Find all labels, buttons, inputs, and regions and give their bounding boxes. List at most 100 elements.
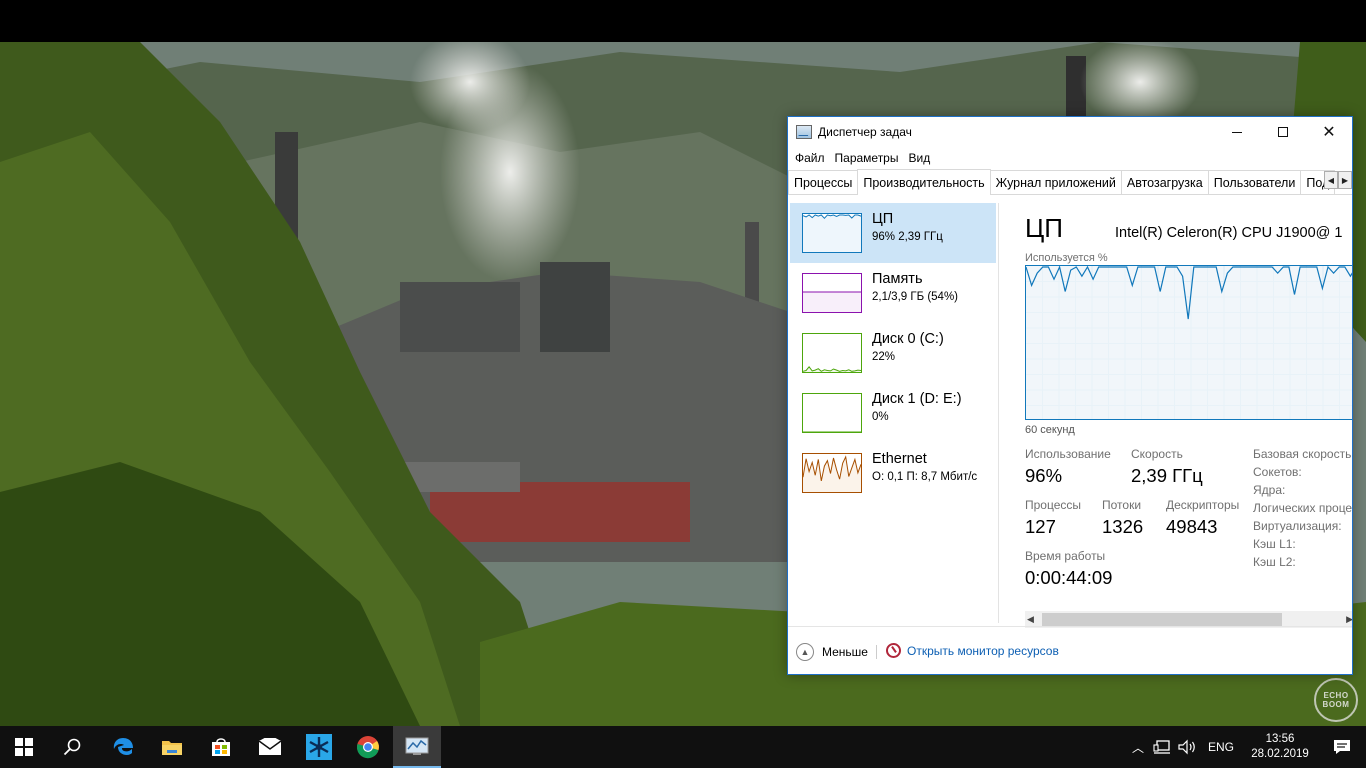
folder-icon	[162, 741, 182, 755]
resource-name: Память	[872, 271, 923, 287]
thumbnail-area	[803, 292, 861, 312]
edge-button[interactable]	[99, 726, 147, 768]
disk1-thumbnail-graph	[802, 393, 862, 433]
tab-scroll-left-icon[interactable]: ◀	[1324, 171, 1338, 189]
scroll-left-icon[interactable]: ◀	[1027, 614, 1034, 625]
edge-icon	[113, 738, 133, 755]
chrome-icon	[356, 736, 379, 759]
usage-value: 96%	[1025, 465, 1063, 486]
top-letterbox	[0, 0, 1366, 42]
processes-label: Процессы	[1025, 498, 1082, 512]
chrome-button[interactable]	[344, 726, 392, 768]
scrollbar-thumb[interactable]	[1042, 613, 1282, 626]
input-language-indicator[interactable]: ENG	[1208, 740, 1234, 754]
pane-divider[interactable]	[998, 203, 999, 623]
thumbnail-frame	[802, 333, 862, 373]
clock-time: 13:56	[1265, 733, 1295, 745]
uptime-value: 0:00:44:09	[1025, 567, 1113, 588]
clock-date: 28.02.2019	[1251, 748, 1309, 760]
tab-users[interactable]: Пользователи	[1207, 170, 1302, 194]
store-icon	[212, 738, 230, 756]
clock[interactable]: 13:56 28.02.2019	[1242, 732, 1318, 762]
fewer-details-label: Меньше	[822, 645, 868, 659]
tab-app-history[interactable]: Журнал приложений	[989, 170, 1122, 194]
fewer-details-button[interactable]: ▲ Меньше	[796, 643, 868, 661]
resource-name: Диск 0 (C:)	[872, 331, 944, 347]
task-manager-taskbar-button[interactable]	[393, 726, 441, 768]
minimize-button[interactable]	[1214, 117, 1260, 147]
tab-performance[interactable]: Производительность	[857, 169, 991, 195]
taskbar: ︿ ENG 13:56 28.02.2019	[0, 726, 1366, 768]
snowflake-app-icon	[306, 734, 332, 760]
resource-name: ЦП	[872, 211, 894, 227]
open-resource-monitor-link[interactable]: Открыть монитор ресурсов	[886, 643, 1059, 658]
show-hidden-icons-chevron-up-icon[interactable]: ︿	[1126, 739, 1150, 756]
task-manager-icon	[796, 125, 812, 139]
cpu-utilization-area	[1026, 267, 1352, 419]
resource-name: Диск 1 (D: E:)	[872, 391, 962, 407]
disk0-thumbnail-graph	[802, 333, 862, 373]
minimize-icon	[1232, 131, 1242, 133]
menu-view[interactable]: Вид	[903, 151, 935, 165]
store-button[interactable]	[197, 726, 245, 768]
ethernet-thumbnail-graph	[802, 453, 862, 493]
l1-cache-label: Кэш L1:	[1253, 537, 1296, 551]
scroll-right-icon[interactable]: ▶	[1346, 614, 1352, 625]
resource-monitor-icon	[886, 643, 901, 658]
memory-thumbnail-graph	[802, 273, 862, 313]
virtualization-label: Виртуализация:	[1253, 519, 1342, 533]
file-explorer-button[interactable]	[148, 726, 196, 768]
menu-file[interactable]: Файл	[790, 151, 830, 165]
title-bar[interactable]: Диспетчер задач ✕	[788, 117, 1352, 147]
menu-options[interactable]: Параметры	[830, 151, 904, 165]
cpu-utilization-chart	[1025, 265, 1352, 420]
time-axis-label: 60 секунд	[1025, 424, 1075, 436]
mail-icon	[258, 738, 282, 755]
network-icon[interactable]	[1153, 739, 1171, 755]
cores-label: Ядра:	[1253, 483, 1286, 497]
maximize-icon	[1278, 127, 1288, 137]
threads-value: 1326	[1102, 516, 1144, 537]
resource-monitor-label: Открыть монитор ресурсов	[907, 643, 1059, 658]
maximize-button[interactable]	[1260, 117, 1306, 147]
utilization-axis-label: Используется %	[1025, 252, 1108, 264]
echo-boom-watermark: ECHO BOOM	[1314, 678, 1358, 722]
resource-cpu[interactable]: ЦП 96% 2,39 ГГц	[790, 203, 996, 263]
resource-memory[interactable]: Память 2,1/3,9 ГБ (54%)	[790, 263, 996, 323]
resource-disk-0[interactable]: Диск 0 (C:) 22%	[790, 323, 996, 383]
detail-title: ЦП	[1025, 213, 1063, 243]
notifications-icon	[1334, 740, 1350, 754]
footer-divider	[876, 645, 877, 659]
resource-list: ЦП 96% 2,39 ГГц Память 2,1/3,9 ГБ (54%) …	[790, 203, 998, 633]
cpu-model-name: Intel(R) Celeron(R) CPU J1900@ 1	[1115, 225, 1343, 241]
tab-scroll-right-icon[interactable]: ▶	[1338, 171, 1352, 189]
resource-disk-1[interactable]: Диск 1 (D: E:) 0%	[790, 383, 996, 443]
system-tray: ︿ ENG 13:56 28.02.2019	[1126, 726, 1366, 768]
tab-startup[interactable]: Автозагрузка	[1120, 170, 1209, 194]
cpu-thumbnail-graph	[802, 213, 862, 253]
handles-value: 49843	[1166, 516, 1218, 537]
speed-value: 2,39 ГГц	[1131, 465, 1203, 486]
task-manager-window[interactable]: Диспетчер задач ✕ Файл Параметры Вид Про…	[787, 116, 1353, 675]
search-button[interactable]	[48, 726, 96, 768]
action-center-button[interactable]	[1318, 726, 1366, 768]
threads-label: Потоки	[1102, 498, 1142, 512]
start-button[interactable]	[0, 726, 48, 768]
resource-detail: О: 0,1 П: 8,7 Мбит/с	[872, 471, 978, 483]
volume-icon[interactable]	[1177, 739, 1197, 755]
l2-cache-label: Кэш L2:	[1253, 555, 1296, 569]
chevron-up-icon: ▲	[796, 643, 814, 661]
resource-ethernet[interactable]: Ethernet О: 0,1 П: 8,7 Мбит/с	[790, 443, 996, 503]
close-button[interactable]: ✕	[1306, 117, 1352, 147]
sockets-label: Сокетов:	[1253, 465, 1302, 479]
resource-detail: 2,1/3,9 ГБ (54%)	[872, 291, 959, 303]
task-manager-icon	[405, 737, 429, 755]
windows-logo-icon	[15, 738, 33, 756]
cpu-detail-pane: ЦП Intel(R) Celeron(R) CPU J1900@ 1 Испо…	[1025, 203, 1352, 633]
thumbnail-area	[803, 215, 861, 252]
mail-button[interactable]	[246, 726, 294, 768]
tab-processes[interactable]: Процессы	[788, 170, 859, 194]
tab-scroll-buttons: ◀ ▶	[1324, 171, 1352, 189]
pinned-app-button[interactable]	[295, 726, 343, 768]
window-title: Диспетчер задач	[818, 125, 912, 139]
